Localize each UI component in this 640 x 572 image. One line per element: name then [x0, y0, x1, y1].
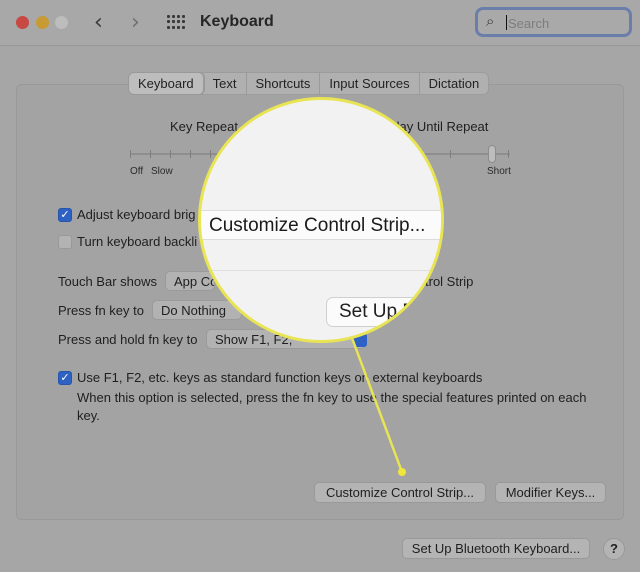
tab-dictation[interactable]: Dictation: [420, 73, 489, 94]
key-repeat-slider[interactable]: [130, 150, 220, 158]
press-fn-label: Press fn key to: [58, 303, 144, 318]
close-button[interactable]: [16, 16, 29, 29]
adjust-brightness-label: Adjust keyboard brig: [77, 207, 196, 222]
magnified-divider: [201, 270, 441, 271]
show-all-grid-icon[interactable]: [167, 15, 185, 29]
tab-bar: Keyboard Text Shortcuts Input Sources Di…: [128, 72, 490, 95]
text-cursor: [506, 15, 507, 30]
touch-bar-shows-popup[interactable]: App Co: [165, 271, 215, 291]
use-fn-keys-description: When this option is selected, press the …: [77, 390, 587, 423]
tab-input-sources[interactable]: Input Sources: [320, 73, 420, 94]
use-fn-keys-checkbox[interactable]: ✓: [58, 371, 72, 385]
minimize-button[interactable]: [36, 16, 49, 29]
zoom-button[interactable]: [55, 16, 68, 29]
key-repeat-slow-label: Slow: [151, 166, 173, 177]
tab-shortcuts[interactable]: Shortcuts: [247, 73, 321, 94]
turn-backlight-checkbox[interactable]: [58, 235, 72, 249]
slider-knob[interactable]: [488, 145, 496, 163]
turn-backlight-label: Turn keyboard backli: [77, 234, 198, 249]
delay-short-label: Short: [487, 166, 511, 177]
customize-control-strip-button[interactable]: Customize Control Strip...: [314, 482, 486, 503]
help-button[interactable]: ?: [603, 538, 625, 560]
touch-bar-shows-label: Touch Bar shows: [58, 274, 157, 289]
magnified-setup-button: Set Up B: [326, 297, 429, 327]
magnifier-callout: Customize Control Strip... Set Up B: [198, 97, 444, 343]
setup-bluetooth-keyboard-button[interactable]: Set Up Bluetooth Keyboard...: [402, 538, 590, 559]
search-input[interactable]: [508, 13, 626, 33]
tab-text[interactable]: Text: [204, 73, 247, 94]
touch-bar-control-strip-text: trol Strip: [425, 274, 474, 289]
magnified-customize-label: Customize Control Strip...: [209, 215, 426, 236]
key-repeat-label: Key Repeat: [170, 119, 238, 134]
back-icon[interactable]: ‹: [94, 10, 103, 35]
callout-dot: [398, 468, 406, 476]
window-title: Keyboard: [200, 13, 274, 30]
search-field[interactable]: ⌕: [475, 7, 632, 37]
delay-until-repeat-slider[interactable]: [420, 145, 510, 163]
press-fn-popup[interactable]: Do Nothing: [152, 300, 242, 320]
key-repeat-off-label: Off: [130, 166, 144, 177]
tab-keyboard[interactable]: Keyboard: [129, 73, 204, 94]
search-icon: ⌕: [486, 12, 495, 30]
press-hold-fn-label: Press and hold fn key to: [58, 332, 198, 347]
adjust-brightness-checkbox[interactable]: ✓: [58, 208, 72, 222]
forward-icon[interactable]: ›: [131, 10, 140, 35]
modifier-keys-button[interactable]: Modifier Keys...: [495, 482, 606, 503]
use-fn-keys-label: Use F1, F2, etc. keys as standard functi…: [77, 370, 483, 385]
